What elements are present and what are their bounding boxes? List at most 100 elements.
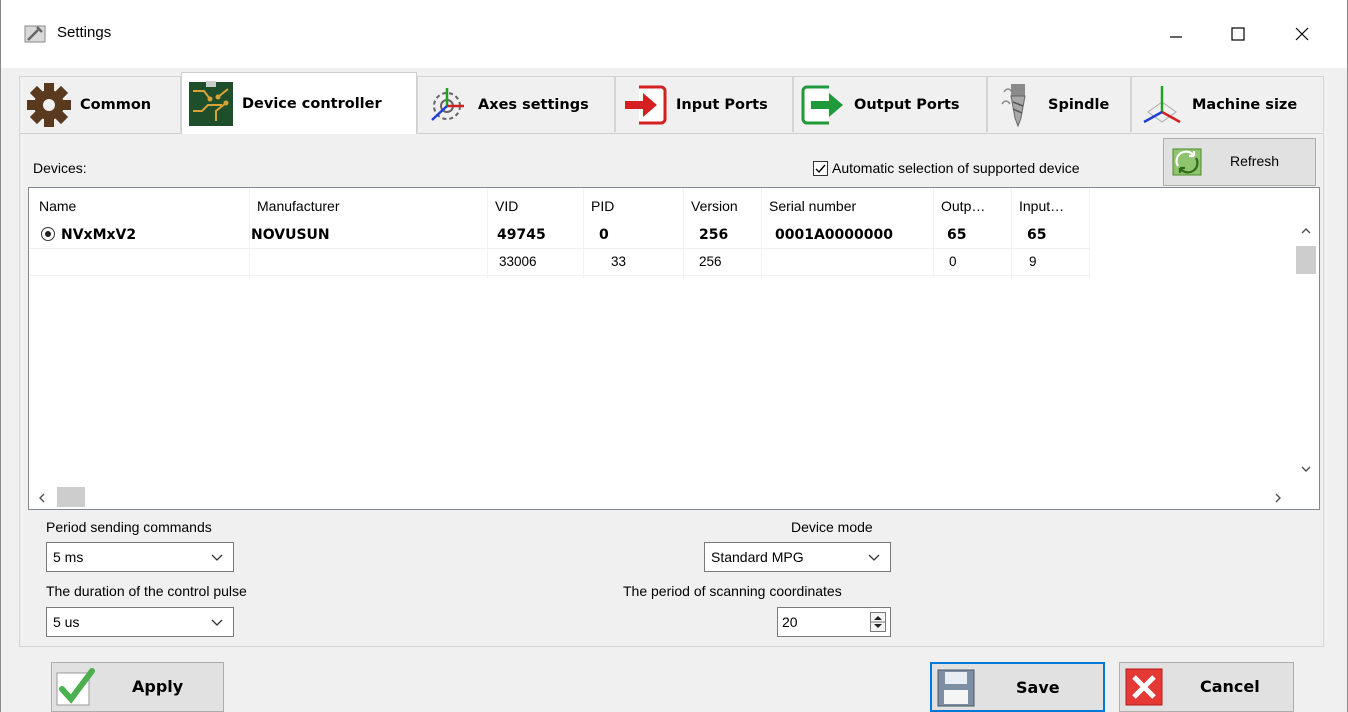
control-pulse-value: 5 us	[53, 614, 80, 630]
horizontal-scrollbar[interactable]	[29, 485, 1319, 509]
device-mode-value: Standard MPG	[711, 549, 804, 565]
inputs-cell: 65	[1027, 227, 1047, 243]
maximize-button[interactable]	[1215, 14, 1261, 54]
tab-label: Axes settings	[478, 96, 589, 113]
period-sending-label: Period sending commands	[46, 519, 212, 535]
table-row[interactable]: NVxMxV2 NOVUSUN 49745 0 256 0001A0000000…	[29, 225, 1089, 248]
minimize-button[interactable]	[1153, 14, 1199, 54]
device-name-cell[interactable]: NVxMxV2	[41, 227, 136, 243]
tab-label: Output Ports	[854, 96, 960, 113]
pid-cell: 0	[599, 227, 609, 243]
devices-label: Devices:	[33, 160, 87, 176]
tab-label: Spindle	[1048, 96, 1110, 113]
column-header-serial[interactable]: Serial number	[769, 198, 856, 214]
period-sending-select[interactable]: 5 ms	[46, 542, 234, 572]
input-arrow-icon	[620, 80, 670, 130]
devices-table: Name Manufacturer VID PID Version Serial…	[28, 187, 1320, 510]
column-header-name[interactable]: Name	[39, 198, 76, 214]
outputs-cell: 65	[947, 227, 967, 243]
version-cell: 256	[699, 227, 729, 243]
chevron-down-icon	[211, 554, 223, 561]
apply-button[interactable]: Apply	[51, 662, 224, 712]
column-header-inputs[interactable]: Input…	[1019, 198, 1064, 214]
spinner-buttons[interactable]	[870, 612, 886, 632]
vertical-scroll-thumb[interactable]	[1296, 246, 1316, 274]
tab-label: Input Ports	[676, 96, 768, 113]
gear-icon	[24, 80, 74, 130]
machine-axes-icon	[1136, 80, 1186, 130]
spindle-icon	[992, 80, 1042, 130]
tab-label: Machine size	[1192, 96, 1298, 113]
device-mode-select[interactable]: Standard MPG	[704, 542, 891, 572]
tab-spindle[interactable]: Spindle	[987, 76, 1131, 132]
vid-cell: 33006	[499, 254, 537, 269]
apply-label: Apply	[132, 677, 184, 696]
scroll-down-icon[interactable]	[1301, 462, 1311, 477]
axes-gear-icon	[422, 80, 472, 130]
inputs-cell: 9	[1029, 254, 1037, 269]
check-icon	[56, 668, 95, 706]
refresh-button[interactable]: Refresh	[1163, 138, 1316, 186]
tab-device-controller[interactable]: Device controller	[181, 72, 417, 134]
close-button[interactable]	[1279, 14, 1325, 54]
tab-input-ports[interactable]: Input Ports	[615, 76, 793, 132]
floppy-disk-icon	[937, 669, 975, 707]
tab-output-ports[interactable]: Output Ports	[793, 76, 987, 132]
column-header-version[interactable]: Version	[691, 198, 738, 214]
refresh-icon	[1172, 148, 1202, 176]
period-sending-value: 5 ms	[53, 549, 84, 565]
cancel-button[interactable]: Cancel	[1119, 662, 1294, 712]
close-icon	[1295, 27, 1309, 41]
settings-window: Settings Common Device controller Axes s…	[0, 0, 1348, 712]
vid-cell: 49745	[497, 227, 546, 243]
settings-wrench-icon	[24, 25, 46, 43]
save-button[interactable]: Save	[930, 662, 1105, 712]
auto-select-checkbox[interactable]: Automatic selection of supported device	[813, 160, 1079, 176]
minimize-icon	[1170, 36, 1182, 38]
cancel-label: Cancel	[1200, 677, 1260, 696]
control-pulse-label: The duration of the control pulse	[46, 583, 247, 599]
refresh-label: Refresh	[1230, 153, 1280, 169]
scroll-up-icon[interactable]	[1301, 224, 1311, 239]
pid-cell: 33	[611, 254, 627, 269]
column-header-vid[interactable]: VID	[495, 198, 518, 214]
window-title: Settings	[57, 24, 112, 41]
save-label: Save	[1016, 678, 1060, 697]
scan-period-label: The period of scanning coordinates	[623, 583, 842, 599]
outputs-cell: 0	[949, 254, 957, 269]
device-name: NVxMxV2	[61, 227, 137, 243]
spin-up-down-icon	[871, 616, 885, 628]
output-arrow-icon	[798, 80, 848, 130]
column-header-pid[interactable]: PID	[591, 198, 614, 214]
control-pulse-select[interactable]: 5 us	[46, 607, 234, 637]
device-mode-label: Device mode	[791, 519, 873, 535]
circuit-board-icon	[186, 79, 236, 129]
version-cell: 256	[699, 254, 722, 269]
column-header-outputs[interactable]: Outp…	[941, 198, 985, 214]
table-row[interactable]: 33006 33 256 0 9	[29, 252, 1089, 275]
chevron-down-icon	[868, 554, 880, 561]
tab-common[interactable]: Common	[19, 76, 181, 132]
tab-label: Common	[80, 96, 152, 113]
chevron-down-icon	[211, 619, 223, 626]
cancel-x-icon	[1125, 668, 1163, 706]
column-header-manufacturer[interactable]: Manufacturer	[257, 198, 339, 214]
settings-tabs: Common Device controller Axes settings I…	[19, 72, 1324, 134]
tab-axes-settings[interactable]: Axes settings	[417, 76, 615, 132]
maximize-icon	[1231, 27, 1245, 41]
tab-machine-size[interactable]: Machine size	[1131, 76, 1324, 132]
scroll-left-icon[interactable]	[37, 491, 47, 506]
serial-cell: 0001A0000000	[775, 227, 893, 243]
horizontal-scroll-thumb[interactable]	[57, 487, 85, 507]
checkbox-box[interactable]	[813, 160, 828, 176]
manufacturer-cell: NOVUSUN	[251, 227, 330, 243]
scroll-right-icon[interactable]	[1273, 491, 1283, 506]
tab-label: Device controller	[242, 95, 382, 112]
title-bar: Settings	[1, 0, 1347, 68]
checkmark-icon	[815, 164, 826, 173]
scan-period-value: 20	[782, 614, 798, 630]
scan-period-spinner[interactable]: 20	[777, 607, 891, 637]
device-radio[interactable]	[41, 227, 55, 241]
auto-select-label: Automatic selection of supported device	[832, 160, 1080, 176]
vertical-scrollbar[interactable]	[1294, 222, 1318, 485]
